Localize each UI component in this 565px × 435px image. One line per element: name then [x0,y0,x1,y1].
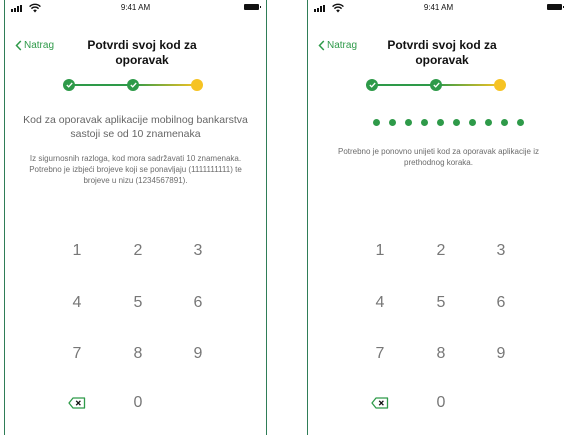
key-2[interactable]: 2 [421,236,461,266]
key-5[interactable]: 5 [118,288,158,318]
status-bar: 9:41 AM [308,2,565,16]
check-icon [432,82,440,88]
key-8[interactable]: 8 [421,339,461,369]
reenter-hint: Potrebno je ponovno unijeti kod za opora… [337,147,539,167]
pin-dot-filled [405,119,412,126]
key-4[interactable]: 4 [57,288,97,318]
key-1[interactable]: 1 [57,236,97,266]
battery-icon [244,4,261,10]
progress-stepper [63,79,203,91]
progress-stepper [366,79,506,91]
backspace-button[interactable] [57,388,97,418]
pin-dot-filled [501,119,508,126]
key-4[interactable]: 4 [360,288,400,318]
key-9[interactable]: 9 [178,339,218,369]
status-bar: 9:41 AM [5,2,266,16]
phone-screen-confirm-code: 9:41 AM Natrag Potvrdi svoj kod za opora… [307,0,565,435]
backspace-button[interactable] [360,388,400,418]
key-0[interactable]: 0 [421,388,461,418]
pin-dot-filled [421,119,428,126]
security-hint: Iz sigurnosnih razloga, kod mora sadržav… [29,154,242,185]
key-7[interactable]: 7 [360,339,400,369]
pin-dot-filled [485,119,492,126]
key-0[interactable]: 0 [118,388,158,418]
key-9[interactable]: 9 [481,339,521,369]
pin-entry-dots [373,119,524,126]
status-time: 9:41 AM [423,3,454,12]
check-icon [368,82,376,88]
pin-dot-filled [517,119,524,126]
step-2-done [430,79,442,91]
page-title: Potvrdi svoj kod za oporavak [87,38,197,67]
key-3[interactable]: 3 [481,236,521,266]
step-3-active [191,79,203,91]
battery-icon [547,4,564,10]
pin-dot-filled [437,119,444,126]
pin-dot-filled [453,119,460,126]
step-1-done [63,79,75,91]
phone-screen-enter-code: 9:41 AM Natrag Potvrdi svoj kod za opora… [4,0,267,435]
backspace-icon [68,397,86,409]
check-icon [129,82,137,88]
step-1-done [366,79,378,91]
key-8[interactable]: 8 [118,339,158,369]
key-6[interactable]: 6 [481,288,521,318]
step-2-done [127,79,139,91]
step-3-active [494,79,506,91]
back-button[interactable]: Natrag [15,40,54,51]
check-icon [65,82,73,88]
key-1[interactable]: 1 [360,236,400,266]
pin-dot-filled [389,119,396,126]
step-connector [372,84,436,86]
chevron-left-icon [318,40,325,51]
pin-dot-filled [469,119,476,126]
step-connector [436,84,500,86]
back-label: Natrag [24,40,55,51]
key-5[interactable]: 5 [421,288,461,318]
back-button[interactable]: Natrag [318,40,357,51]
step-connector [69,84,133,86]
key-3[interactable]: 3 [178,236,218,266]
code-length-info: Kod za oporavak aplikacije mobilnog bank… [23,114,248,140]
key-2[interactable]: 2 [118,236,158,266]
back-label: Natrag [327,40,358,51]
key-7[interactable]: 7 [57,339,97,369]
backspace-icon [371,397,389,409]
pin-dot-filled [373,119,380,126]
page-title: Potvrdi svoj kod za oporavak [387,38,497,67]
chevron-left-icon [15,40,22,51]
status-time: 9:41 AM [120,3,151,12]
step-connector [133,84,197,86]
key-6[interactable]: 6 [178,288,218,318]
